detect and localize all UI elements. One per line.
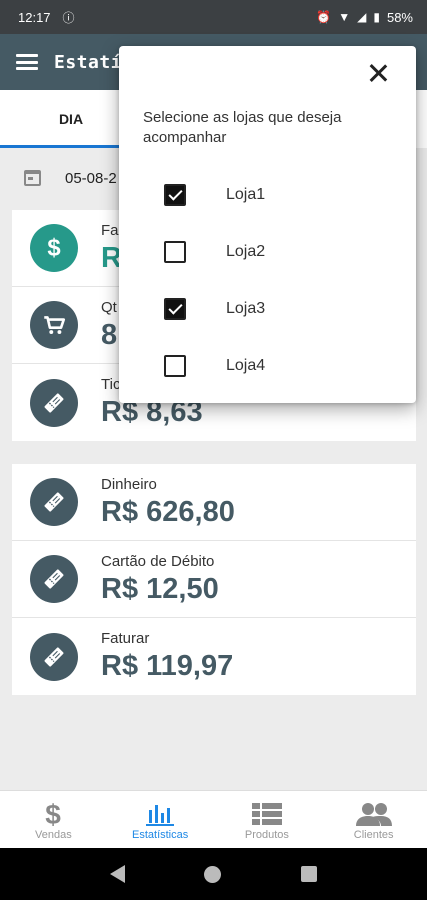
payment-value: R$ 626,80 (101, 495, 235, 528)
wifi-icon: ▼ (338, 10, 351, 24)
nav-produtos[interactable]: Produtos (214, 791, 321, 848)
stat-value: 8 (101, 318, 118, 351)
nav-clientes[interactable]: Clientes (320, 791, 427, 848)
bar-chart-icon (145, 799, 175, 829)
back-icon[interactable] (109, 865, 125, 883)
status-bar: 12:17 ⓘ ⏰ ▼ ◢ ▮ 58% (0, 0, 427, 34)
calendar-icon (24, 170, 41, 186)
home-icon[interactable] (204, 865, 222, 883)
option-label: Loja4 (226, 357, 266, 374)
page-title: Estatí (54, 51, 123, 73)
cart-icon (30, 301, 78, 349)
nav-label: Vendas (35, 828, 72, 841)
option-loja3[interactable]: Loja3 (164, 294, 265, 324)
payment-value: R$ 12,50 (101, 572, 219, 605)
checkbox-checked[interactable] (164, 184, 186, 206)
payment-value: R$ 119,97 (101, 650, 234, 682)
payment-row-cartao-debito: Cartão de Débito R$ 12,50 (12, 541, 416, 618)
battery-level: 58% (386, 9, 413, 25)
ticket-icon (30, 555, 78, 603)
ticket-icon (30, 378, 78, 427)
nav-label: Estatísticas (132, 828, 189, 841)
option-loja4[interactable]: Loja4 (164, 351, 265, 381)
info-icon: ⓘ (62, 10, 75, 25)
nav-vendas[interactable]: $ Vendas (0, 791, 107, 848)
date-value: 05-08-2 (65, 169, 117, 187)
bottom-navigation: $ Vendas Estatísticas Produtos Clientes (0, 790, 427, 848)
payment-label: Dinheiro (101, 475, 157, 493)
ticket-icon (30, 478, 78, 526)
close-icon[interactable] (368, 63, 388, 83)
recent-apps-icon[interactable] (301, 866, 318, 882)
payment-label: Faturar (101, 630, 150, 647)
system-navigation-bar (0, 848, 427, 900)
payment-label: Cartão de Débito (101, 552, 215, 570)
option-loja2[interactable]: Loja2 (164, 237, 265, 267)
battery-icon: ▮ (373, 10, 380, 24)
option-label: Loja2 (226, 243, 266, 260)
payment-row-faturar: Faturar R$ 119,97 (12, 618, 416, 695)
checkbox-unchecked[interactable] (164, 355, 186, 377)
store-select-dialog: Selecione as lojas que deseja acompanhar… (119, 46, 416, 403)
payment-row-dinheiro: Dinheiro R$ 626,80 (12, 464, 416, 541)
option-label: Loja3 (226, 300, 266, 317)
option-loja1[interactable]: Loja1 (164, 180, 265, 210)
svg-text:$: $ (46, 800, 62, 828)
nav-label: Produtos (244, 828, 289, 841)
status-icons: ⏰ ▼ ◢ ▮ 58% (316, 10, 413, 25)
payments-card: Dinheiro R$ 626,80 Cartão de Débito R$ 1… (12, 464, 416, 695)
stat-label: Qt (101, 298, 117, 316)
dialog-message: Selecione as lojas que deseja acompanhar (143, 109, 342, 146)
menu-icon[interactable] (16, 54, 38, 70)
nav-estatisticas[interactable]: Estatísticas (107, 791, 214, 848)
alarm-icon: ⏰ (316, 10, 332, 24)
list-icon (251, 799, 283, 829)
checkbox-unchecked[interactable] (164, 241, 186, 263)
date-selector[interactable]: 05-08-2 (24, 160, 117, 196)
svg-text:$: $ (47, 235, 60, 261)
people-icon (355, 799, 393, 829)
dollar-icon: $ (30, 224, 78, 272)
signal-icon: ◢ (357, 10, 367, 24)
nav-label: Clientes (353, 828, 394, 841)
option-label: Loja1 (226, 186, 266, 203)
status-time: 12:17 (18, 9, 51, 25)
dollar-icon: $ (42, 799, 64, 829)
checkbox-checked[interactable] (164, 298, 186, 320)
ticket-icon (30, 632, 78, 681)
